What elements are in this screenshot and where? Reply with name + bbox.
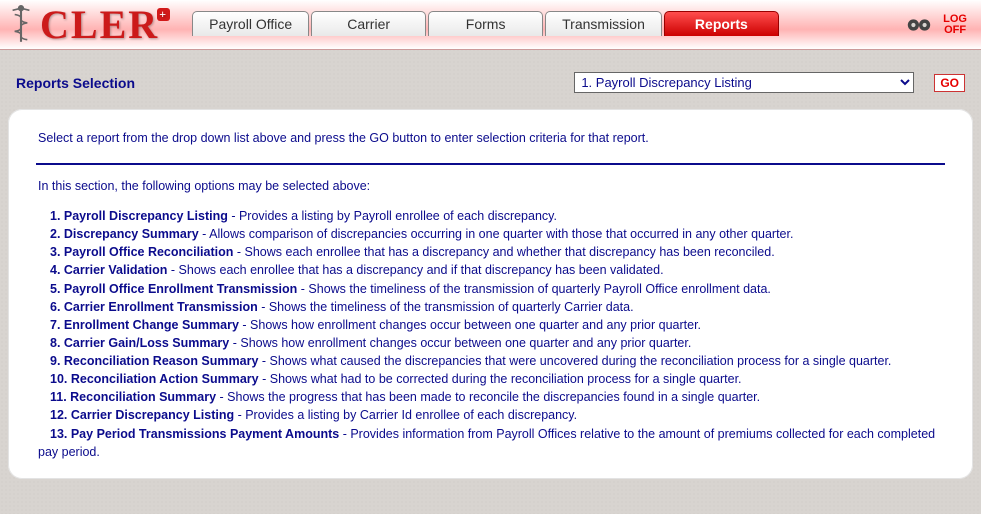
gears-icon[interactable] [905, 15, 933, 35]
option-title: 6. Carrier Enrollment Transmission [50, 300, 258, 314]
option-item: 7. Enrollment Change Summary - Shows how… [38, 316, 949, 334]
content-card: Select a report from the drop down list … [8, 109, 973, 479]
report-select[interactable]: 1. Payroll Discrepancy Listing [574, 72, 914, 93]
option-desc: - Shows what caused the discrepancies th… [258, 354, 891, 368]
option-item: 4. Carrier Validation - Shows each enrol… [38, 261, 949, 279]
tab-reports[interactable]: Reports [664, 11, 779, 36]
divider [36, 163, 945, 165]
option-title: 4. Carrier Validation [50, 263, 167, 277]
go-button[interactable]: GO [934, 74, 965, 92]
option-title: 5. Payroll Office Enrollment Transmissio… [50, 282, 297, 296]
option-title: 7. Enrollment Change Summary [50, 318, 239, 332]
option-title: 13. Pay Period Transmissions Payment Amo… [50, 427, 339, 441]
option-desc: - Provides a listing by Carrier Id enrol… [234, 408, 577, 422]
option-desc: - Shows how enrollment changes occur bet… [229, 336, 691, 350]
app-header: CLER + Payroll Office Carrier Forms Tran… [0, 0, 981, 50]
options-intro: In this section, the following options m… [38, 179, 949, 193]
option-item: 2. Discrepancy Summary - Allows comparis… [38, 225, 949, 243]
logoff-link[interactable]: LOG OFF [943, 14, 967, 36]
option-title: 8. Carrier Gain/Loss Summary [50, 336, 229, 350]
option-item: 12. Carrier Discrepancy Listing - Provid… [38, 406, 949, 424]
tab-bar: Payroll Office Carrier Forms Transmissio… [192, 11, 779, 36]
option-desc: - Shows the timeliness of the transmissi… [258, 300, 634, 314]
logoff-line2: OFF [944, 24, 966, 36]
option-desc: - Shows the progress that has been made … [216, 390, 760, 404]
caduceus-icon [8, 4, 34, 46]
logo-text: CLER + [40, 1, 172, 48]
option-title: 1. Payroll Discrepancy Listing [50, 209, 228, 223]
option-desc: - Shows how enrollment changes occur bet… [239, 318, 701, 332]
option-title: 2. Discrepancy Summary [50, 227, 199, 241]
option-desc: - Shows what had to be corrected during … [259, 372, 742, 386]
options-list: 1. Payroll Discrepancy Listing - Provide… [38, 207, 949, 461]
option-item: 11. Reconciliation Summary - Shows the p… [38, 388, 949, 406]
option-item: 6. Carrier Enrollment Transmission - Sho… [38, 298, 949, 316]
option-item: 10. Reconciliation Action Summary - Show… [38, 370, 949, 388]
option-title: 9. Reconciliation Reason Summary [50, 354, 258, 368]
tab-forms[interactable]: Forms [428, 11, 543, 36]
option-desc: - Shows the timeliness of the transmissi… [297, 282, 771, 296]
intro-text: Select a report from the drop down list … [38, 131, 949, 145]
option-desc: - Shows each enrollee that has a discrep… [233, 245, 774, 259]
option-item: 3. Payroll Office Reconciliation - Shows… [38, 243, 949, 261]
tab-transmission[interactable]: Transmission [545, 11, 662, 36]
selection-row: Reports Selection 1. Payroll Discrepancy… [0, 50, 981, 103]
option-desc: - Shows each enrollee that has a discrep… [167, 263, 663, 277]
plus-icon: + [157, 8, 170, 21]
option-title: 3. Payroll Office Reconciliation [50, 245, 233, 259]
logo-text-label: CLER [40, 1, 159, 48]
section-title: Reports Selection [16, 75, 135, 91]
option-item: 8. Carrier Gain/Loss Summary - Shows how… [38, 334, 949, 352]
option-desc: - Provides a listing by Payroll enrollee… [228, 209, 557, 223]
option-item: 13. Pay Period Transmissions Payment Amo… [38, 425, 949, 461]
option-title: 10. Reconciliation Action Summary [50, 372, 259, 386]
tab-payroll-office[interactable]: Payroll Office [192, 11, 309, 36]
option-item: 9. Reconciliation Reason Summary - Shows… [38, 352, 949, 370]
option-title: 12. Carrier Discrepancy Listing [50, 408, 234, 422]
logo: CLER + [8, 1, 172, 48]
option-item: 1. Payroll Discrepancy Listing - Provide… [38, 207, 949, 225]
tab-carrier[interactable]: Carrier [311, 11, 426, 36]
option-item: 5. Payroll Office Enrollment Transmissio… [38, 280, 949, 298]
option-title: 11. Reconciliation Summary [50, 390, 216, 404]
option-desc: - Allows comparison of discrepancies occ… [199, 227, 794, 241]
header-right-controls: LOG OFF [905, 14, 973, 36]
